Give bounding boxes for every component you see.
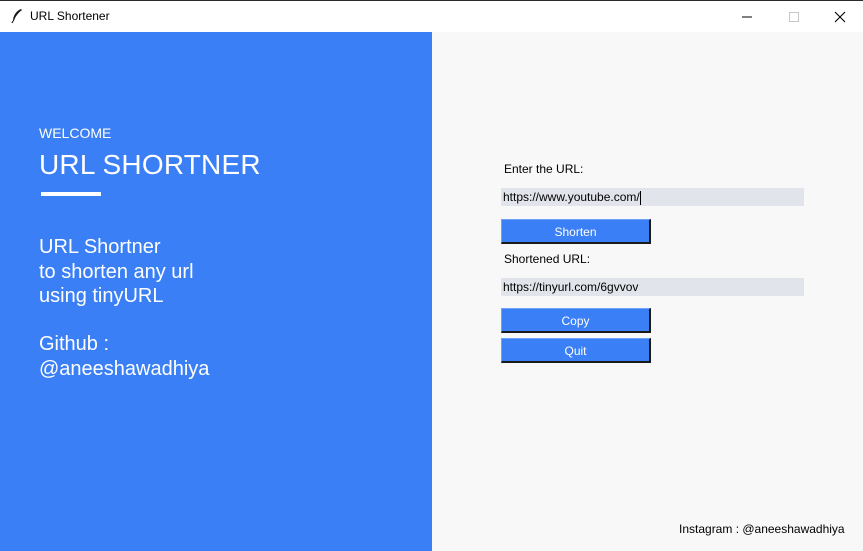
app-window: URL Shortener WELCOME URL SHORTNER URL S…	[0, 0, 863, 551]
url-input-value: https://www.youtube.com/	[503, 190, 640, 204]
form-panel: Enter the URL: https://www.youtube.com/ …	[432, 32, 863, 551]
shortened-url-field[interactable]: https://tinyurl.com/6gvvov	[501, 278, 804, 296]
welcome-panel: WELCOME URL SHORTNER URL Shortner to sho…	[0, 32, 432, 551]
close-button[interactable]	[817, 1, 863, 32]
shorten-button[interactable]: Shorten	[501, 219, 651, 244]
url-input[interactable]: https://www.youtube.com/	[501, 188, 804, 206]
shortened-url-label: Shortened URL:	[504, 252, 591, 266]
maximize-button[interactable]	[771, 1, 817, 32]
github-handle: @aneeshawadhiya	[39, 357, 210, 380]
window-title: URL Shortener	[30, 9, 110, 23]
github-credit: Github : @aneeshawadhiya	[39, 332, 209, 381]
copy-button[interactable]: Copy	[501, 308, 651, 333]
description-line: using tinyURL	[39, 285, 164, 307]
github-label: Github :	[39, 333, 110, 355]
text-caret	[639, 190, 641, 205]
headline-underline	[41, 192, 101, 196]
minimize-button[interactable]	[724, 1, 770, 32]
app-description: URL Shortner to shorten any url using ti…	[39, 235, 194, 309]
shortened-url-value: https://tinyurl.com/6gvvov	[503, 280, 639, 294]
description-line: to shorten any url	[39, 260, 194, 283]
welcome-text: WELCOME	[39, 125, 112, 141]
quit-button[interactable]: Quit	[501, 338, 651, 363]
feather-icon	[10, 8, 24, 24]
description-line: URL Shortner	[39, 236, 161, 258]
title-bar[interactable]: URL Shortener	[0, 0, 863, 32]
instagram-credit: Instagram : @aneeshawadhiya	[679, 522, 845, 536]
app-headline: URL SHORTNER	[39, 149, 261, 180]
url-label: Enter the URL:	[504, 162, 584, 176]
